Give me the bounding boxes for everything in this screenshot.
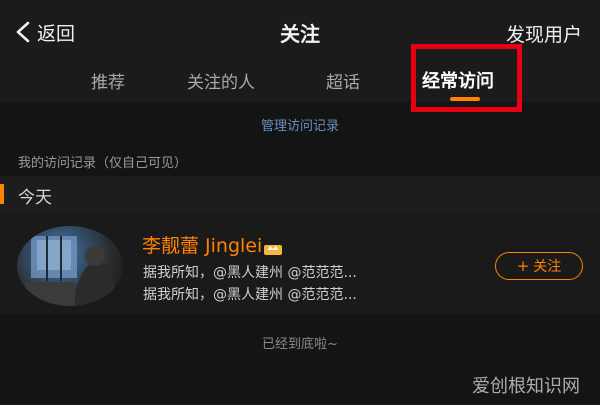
visit-description-line-2: 据我所知，@黑人建州 @范范范... xyxy=(143,287,357,303)
back-label: 返回 xyxy=(37,22,76,45)
group-accent-bar xyxy=(0,184,4,204)
back-button[interactable]: 返回 xyxy=(14,18,75,46)
visit-description-line-1: 据我所知，@黑人建州 @范范范... xyxy=(143,265,357,281)
avatar-photo xyxy=(25,236,115,306)
section-label: 我的访问记录（仅自己可见） xyxy=(18,156,188,171)
username-text: 李靓蕾 Jinglei xyxy=(142,235,263,257)
vip-crown-icon xyxy=(263,239,283,255)
visit-list-item[interactable]: 李靓蕾 Jinglei 据我所知，@黑人建州 @范范范... 据我所知，@黑人建… xyxy=(0,212,600,314)
tab-frequent-visits[interactable]: 经常访问 xyxy=(422,67,494,93)
avatar[interactable] xyxy=(17,226,123,306)
tab-super-topic[interactable]: 超话 xyxy=(326,68,360,93)
plus-icon: + xyxy=(516,257,530,275)
watermark: 爱创根知识网 xyxy=(472,376,580,397)
active-tab-indicator xyxy=(450,97,480,101)
chevron-left-icon xyxy=(16,21,30,43)
group-label: 今天 xyxy=(18,188,52,208)
top-nav-bar: 返回 关注 发现用户 xyxy=(0,0,600,62)
follow-button[interactable]: + 关注 xyxy=(495,252,583,280)
group-header-today: 今天 xyxy=(0,176,600,212)
end-of-list-text: 已经到底啦~ xyxy=(262,337,338,352)
discover-users-button[interactable]: 发现用户 xyxy=(506,20,582,47)
tab-bar: 推荐 关注的人 超话 经常访问 xyxy=(0,62,600,102)
tab-following[interactable]: 关注的人 xyxy=(187,68,255,93)
manage-visit-history-link[interactable]: 管理访问记录 xyxy=(0,115,600,134)
username-link[interactable]: 李靓蕾 Jinglei xyxy=(142,231,283,258)
tab-recommend[interactable]: 推荐 xyxy=(91,68,125,93)
follow-label: 关注 xyxy=(533,259,562,275)
